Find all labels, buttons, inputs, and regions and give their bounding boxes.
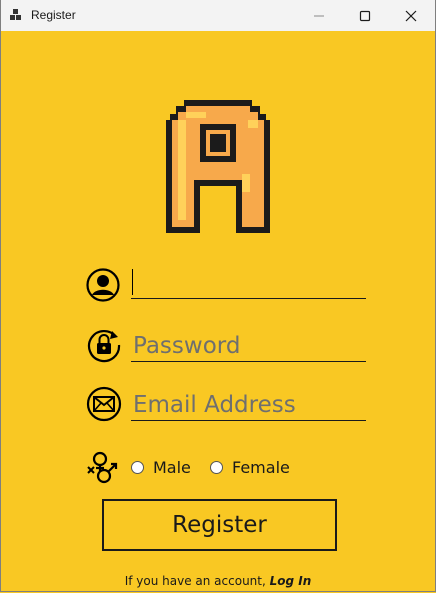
window-title: Register [31,8,76,22]
minimize-icon [314,15,324,16]
register-window: Register Email Address Male Female Regis… [0,0,436,592]
envelope-icon [86,386,122,422]
lock-refresh-icon [87,329,121,363]
gender-icon [87,451,118,484]
maximize-icon [359,10,371,21]
user-icon [86,268,120,302]
email-field[interactable] [131,390,366,421]
radio-label-male: Male [153,458,191,477]
maximize-button[interactable] [342,0,388,31]
password-field[interactable] [131,331,366,362]
close-button[interactable] [388,0,434,31]
radio-button[interactable] [210,461,223,474]
radio-label-female: Female [232,458,290,477]
login-prompt-text: If you have an account, [124,574,270,588]
app-grid-icon [10,8,24,27]
login-prompt: If you have an account, Log In [1,574,435,588]
username-input[interactable] [131,268,366,298]
radio-button[interactable] [131,461,144,474]
pixel-letter-a-logo [166,100,270,233]
register-button[interactable]: Register [102,499,337,551]
email-input[interactable] [131,390,366,420]
text-caret [132,269,133,295]
gender-radio-female[interactable]: Female [210,458,290,477]
username-field[interactable] [131,268,366,299]
close-icon [405,10,417,21]
minimize-button[interactable] [296,0,342,31]
login-link[interactable]: Log In [270,574,312,588]
title-bar[interactable]: Register [1,0,435,31]
password-input[interactable] [131,331,366,361]
gender-radio-male[interactable]: Male [131,458,191,477]
